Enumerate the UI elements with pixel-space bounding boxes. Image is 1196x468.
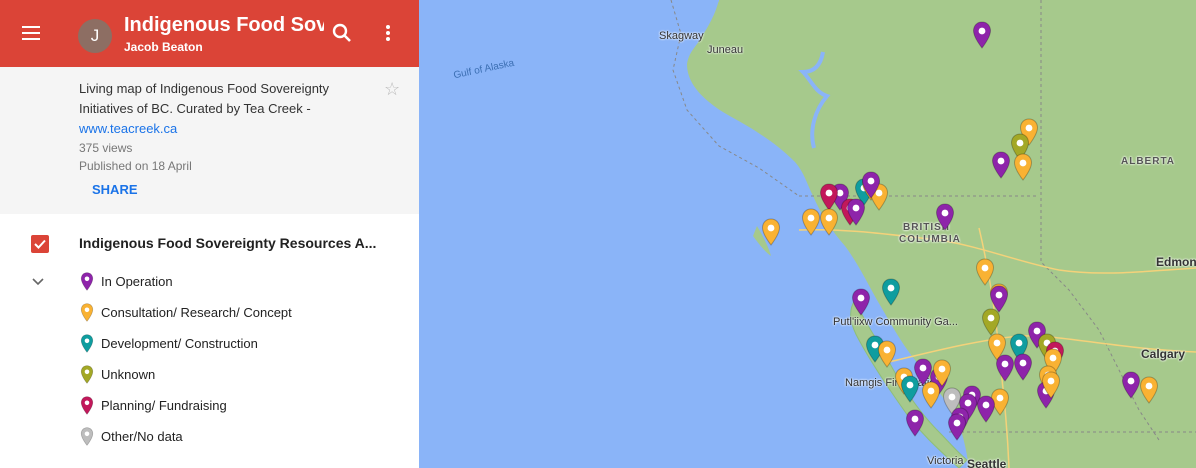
map-pin-icon	[80, 303, 94, 322]
layer-checkbox[interactable]	[31, 235, 49, 253]
map-pin-icon	[80, 365, 94, 384]
star-icon[interactable]: ☆	[384, 79, 400, 100]
legend-label: Consultation/ Research/ Concept	[101, 305, 292, 320]
header-bar: J Indigenous Food Sove... Jacob Beaton	[0, 0, 419, 67]
place-label-columbia: COLUMBIA	[899, 234, 961, 245]
map-pin-icon	[881, 278, 901, 306]
map-pin-icon	[861, 171, 881, 199]
map-pin-icon	[995, 354, 1015, 382]
view-count: 375 views	[79, 141, 133, 155]
description-text: Living map of Indigenous Food Sovereignt…	[79, 81, 330, 116]
place-label-skagway: Skagway	[659, 30, 704, 42]
place-label-calgary: Calgary	[1141, 347, 1186, 361]
map-description: Living map of Indigenous Food Sovereignt…	[79, 79, 369, 139]
map-pin-icon	[1139, 376, 1159, 404]
map-pin-icon	[975, 258, 995, 286]
place-label-seattle: Seattle	[967, 457, 1007, 468]
map-pin-icon	[1121, 371, 1141, 399]
map-pin-icon	[761, 218, 781, 246]
map-pin-icon	[921, 381, 941, 409]
share-button[interactable]: SHARE	[92, 182, 138, 197]
place-label-juneau: Juneau	[707, 44, 744, 56]
map-pin-icon	[991, 151, 1011, 179]
map-pin-icon	[976, 395, 996, 423]
place-label-victoria: Victoria	[927, 455, 964, 467]
website-link[interactable]: www.teacreek.ca	[79, 119, 369, 139]
published-date: Published on 18 April	[79, 159, 192, 173]
map-pin-icon	[819, 208, 839, 236]
map-pin-icon	[80, 272, 94, 291]
legend-label: Unknown	[101, 367, 156, 382]
sidebar: J Indigenous Food Sove... Jacob Beaton L…	[0, 0, 419, 468]
map-pin-icon	[819, 183, 839, 211]
menu-button[interactable]	[20, 23, 44, 43]
legend-label: In Operation	[101, 274, 173, 289]
place-label-edmonton: Edmont	[1156, 255, 1196, 269]
place-label-putliixw[interactable]: Putl'iixw Community Ga...	[833, 316, 958, 328]
legend-label: Development/ Construction	[101, 336, 258, 351]
legend-label: Other/No data	[101, 429, 183, 444]
map-pin-icon	[846, 198, 866, 226]
map-info-panel: Living map of Indigenous Food Sovereignt…	[0, 67, 419, 214]
map-pin-icon	[900, 375, 920, 403]
map-pin-icon	[877, 340, 897, 368]
map-pin-icon	[935, 203, 955, 231]
map-pin-icon	[947, 413, 967, 441]
map-pin-icon	[80, 396, 94, 415]
map-title: Indigenous Food Sove...	[124, 14, 324, 36]
map-pin-icon	[905, 409, 925, 437]
map-pin-icon	[80, 334, 94, 353]
chevron-down-icon[interactable]	[30, 275, 46, 287]
map-pin-icon	[972, 21, 992, 49]
map-pin-icon	[851, 288, 871, 316]
avatar[interactable]: J	[78, 19, 112, 53]
map-pin-icon	[80, 427, 94, 446]
search-icon[interactable]	[331, 22, 353, 44]
map-canvas[interactable]: Skagway Juneau Gulf of Alaska BRITISH CO…	[419, 0, 1196, 468]
layer-title[interactable]: Indigenous Food Sovereignty Resources A.…	[79, 235, 376, 251]
map-pin-icon	[1013, 353, 1033, 381]
map-pin-icon	[981, 308, 1001, 336]
map-pin-icon	[801, 208, 821, 236]
legend-label: Planning/ Fundraising	[101, 398, 227, 413]
map-pin-icon	[1041, 371, 1061, 399]
map-author[interactable]: Jacob Beaton	[124, 40, 203, 54]
place-label-alberta: ALBERTA	[1121, 156, 1176, 167]
more-options-icon[interactable]	[380, 22, 396, 44]
map-pin-icon	[1013, 153, 1033, 181]
